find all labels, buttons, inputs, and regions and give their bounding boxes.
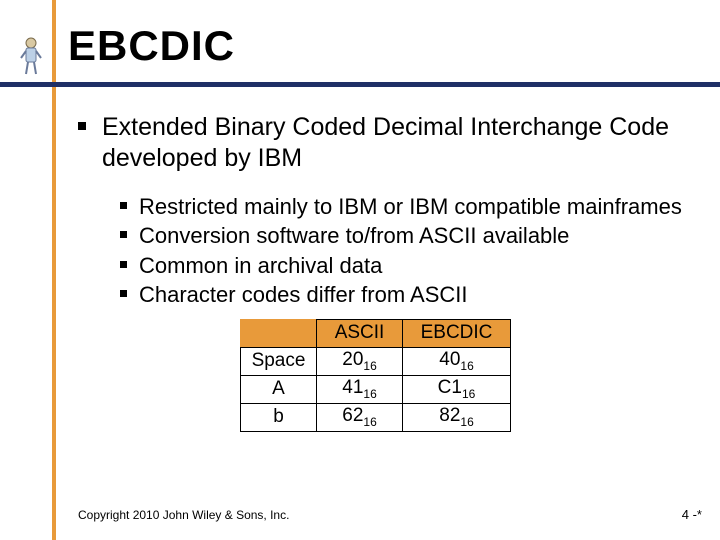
ebcdic-cell: C116 [403,375,511,403]
square-bullet-icon [120,202,127,209]
square-bullet-icon [120,231,127,238]
table-corner [241,319,317,347]
bullet-level2: Conversion software to/from ASCII availa… [120,222,698,250]
ebcdic-cell: 4016 [403,347,511,375]
bullet-level2: Common in archival data [120,252,698,280]
square-bullet-icon [120,290,127,297]
row-label: A [241,375,317,403]
row-label: b [241,403,317,431]
table-row: b 6216 8216 [241,403,511,431]
square-bullet-icon [120,261,127,268]
ascii-cell: 4116 [317,375,403,403]
vertical-accent-rule [52,0,56,540]
copyright-text: Copyright 2010 John Wiley & Sons, Inc. [78,508,289,522]
bullet-level1: Extended Binary Coded Decimal Interchang… [78,112,698,175]
mascot-icon [18,36,44,76]
row-label: Space [241,347,317,375]
bullet-level2: Restricted mainly to IBM or IBM compatib… [120,193,698,221]
bullet-text: Restricted mainly to IBM or IBM compatib… [139,193,682,221]
table-row: A 4116 C116 [241,375,511,403]
table-row: Space 2016 4016 [241,347,511,375]
bullet-level2: Character codes differ from ASCII [120,281,698,309]
bullet-text: Character codes differ from ASCII [139,281,468,309]
page-number: 4 -* [682,507,702,522]
ascii-cell: 2016 [317,347,403,375]
table-header-ascii: ASCII [317,319,403,347]
code-comparison-table: ASCII EBCDIC Space 2016 4016 A 4116 C116… [240,319,511,432]
content-area: Extended Binary Coded Decimal Interchang… [78,112,698,432]
bullet-text: Conversion software to/from ASCII availa… [139,222,569,250]
slide-title: EBCDIC [68,22,235,70]
bullet-text: Common in archival data [139,252,382,280]
bullet-text: Extended Binary Coded Decimal Interchang… [102,112,698,175]
ascii-cell: 6216 [317,403,403,431]
horizontal-rule [0,82,720,87]
ebcdic-cell: 8216 [403,403,511,431]
square-bullet-icon [78,122,86,130]
table-header-ebcdic: EBCDIC [403,319,511,347]
